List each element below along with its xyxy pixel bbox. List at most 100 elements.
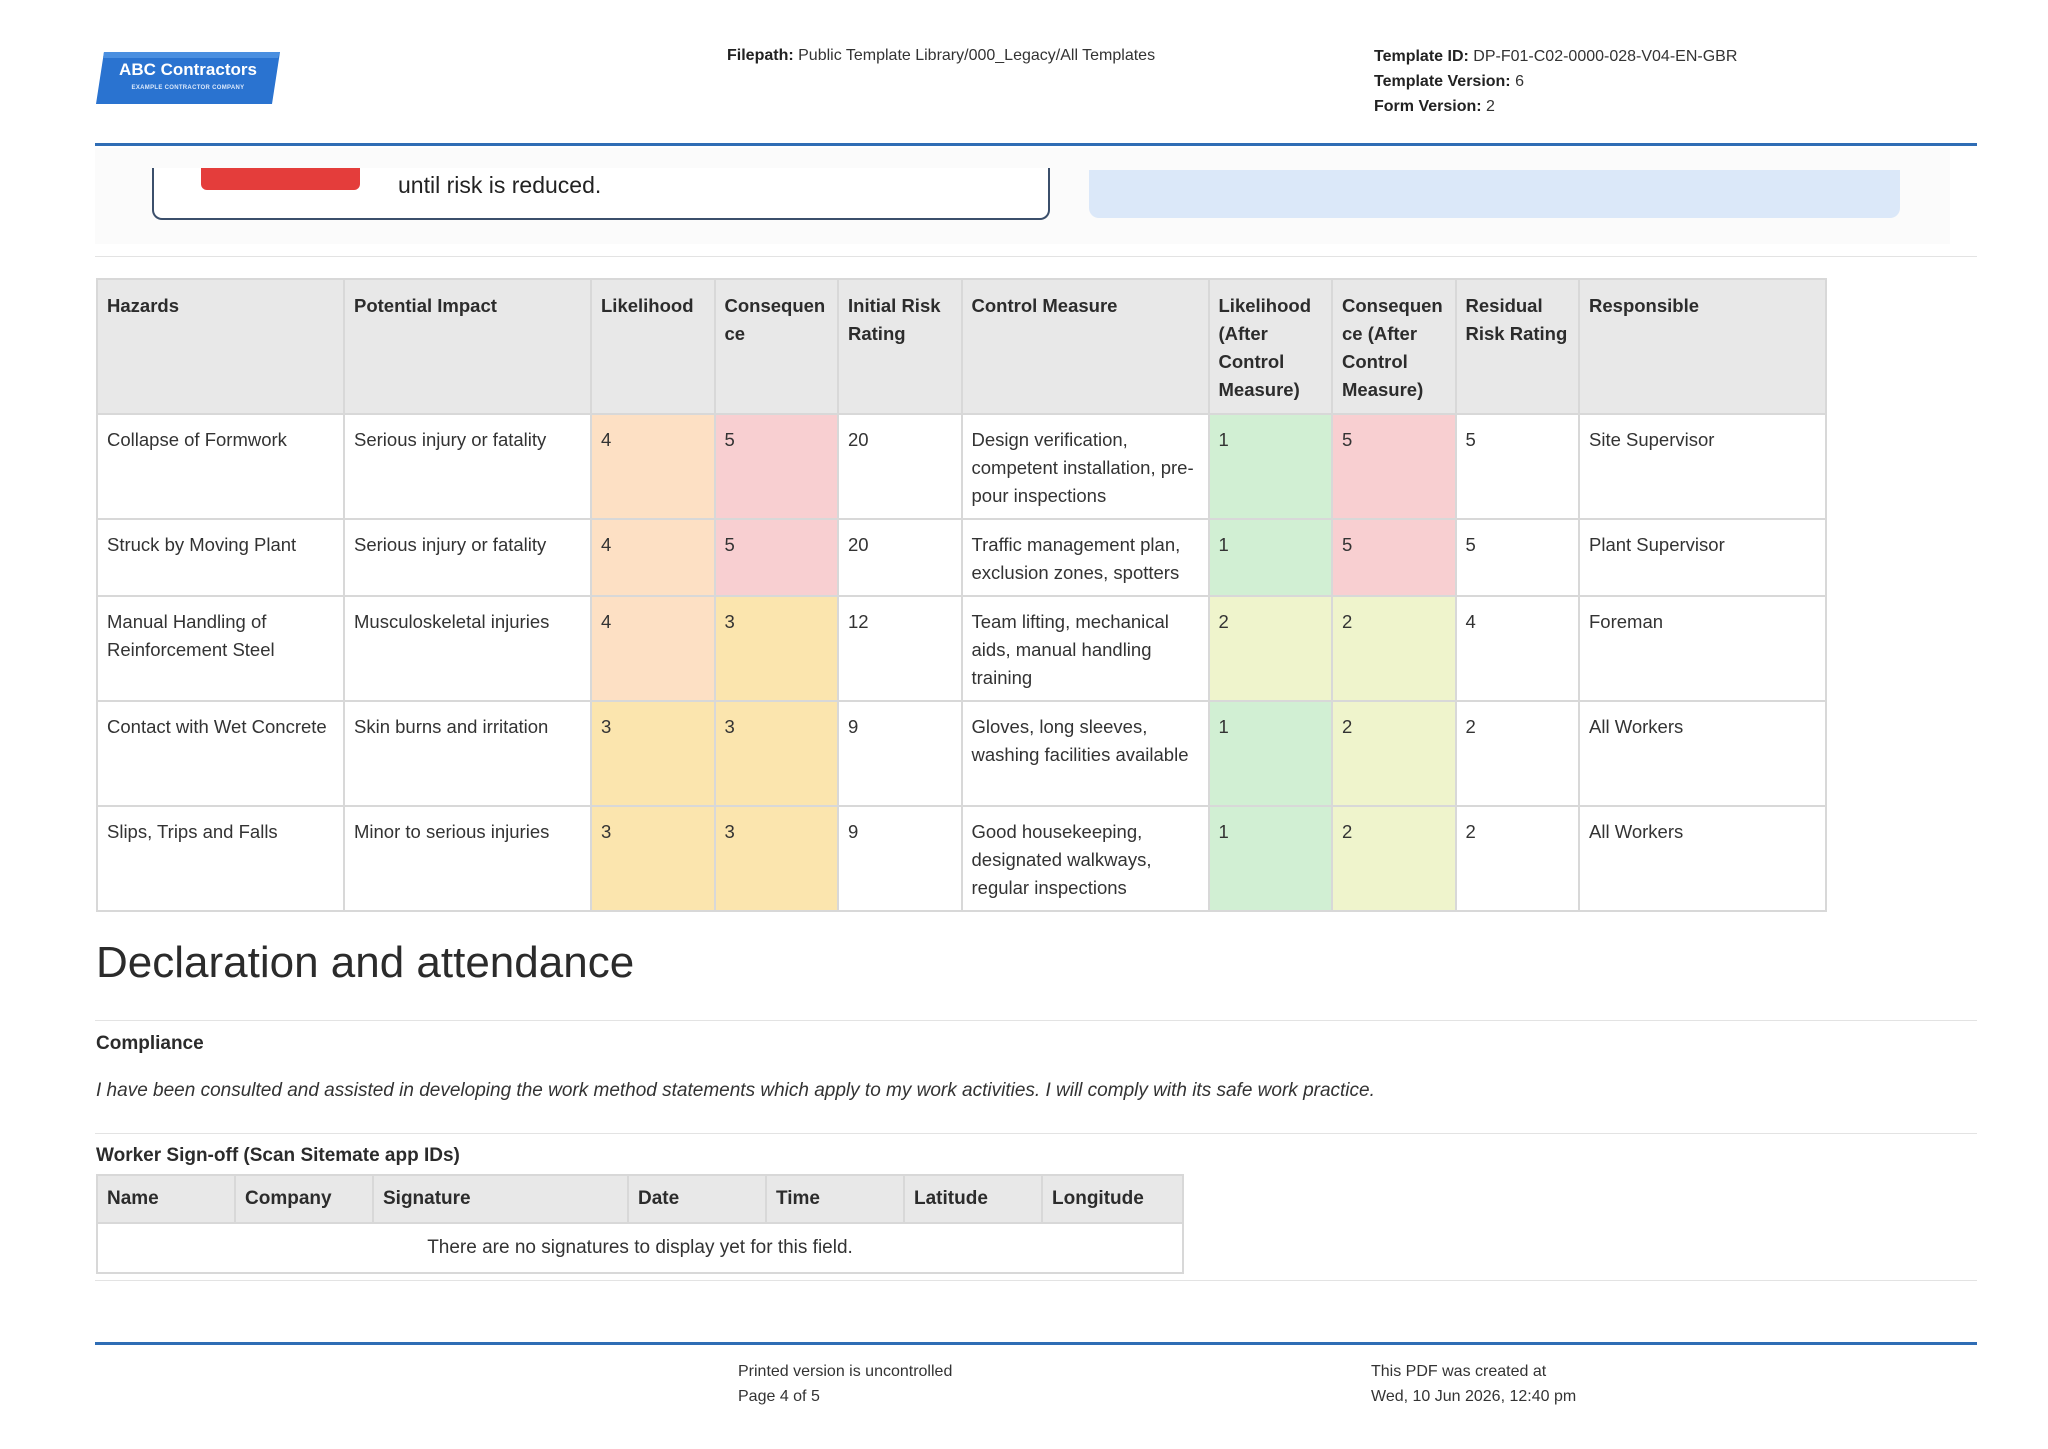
col-likelihood: Likelihood (590, 278, 716, 415)
consequence-cell: 3 (713, 700, 839, 807)
likelihood-cell: 4 (590, 413, 716, 520)
consequence-cell: 3 (713, 805, 839, 912)
impact-cell: Skin burns and irritation (343, 700, 592, 807)
template-info: Template ID: DP-F01-C02-0000-028-V04-EN-… (1374, 44, 1737, 119)
section-divider (95, 1020, 1977, 1021)
col-initial-risk-rating: Initial Risk Rating (837, 278, 963, 415)
initial-risk-cell: 9 (837, 700, 963, 807)
consequence-cell: 3 (713, 595, 839, 702)
created-label: This PDF was created at (1371, 1363, 1547, 1380)
header-line: ce (After (1342, 323, 1418, 344)
empty-row: There are no signatures to display yet f… (96, 1222, 1184, 1274)
header-line: Likelihood (1218, 295, 1312, 316)
header-divider (95, 143, 1977, 146)
section-divider (95, 256, 1977, 257)
col-responsible: Responsible (1578, 278, 1827, 415)
likelihood-cell: 4 (590, 518, 716, 597)
company-logo: ABC Contractors EXAMPLE CONTRACTOR COMPA… (96, 52, 280, 104)
impact-cell: Musculoskeletal injuries (343, 595, 592, 702)
filepath-value: Public Template Library/000_Legacy/All T… (798, 47, 1156, 64)
form-version-label: Form Version: (1374, 98, 1482, 115)
header-line: Likelihood (601, 295, 694, 316)
col-time: Time (765, 1174, 905, 1224)
header-line: Measure) (1218, 379, 1300, 400)
col-hazards: Hazards (96, 278, 345, 415)
likelihood-after-cell: 1 (1207, 413, 1333, 520)
initial-risk-cell: 9 (837, 805, 963, 912)
template-id-label: Template ID: (1374, 48, 1469, 65)
template-version: Template Version: 6 (1374, 69, 1737, 94)
residual-risk-cell: 5 (1454, 518, 1580, 597)
col-likelihood-after: Likelihood (After Control Measure) (1207, 278, 1333, 415)
filepath-label: Filepath: (727, 47, 794, 64)
header-line: Initial Risk (848, 295, 941, 316)
col-control-measure: Control Measure (960, 278, 1210, 415)
logo-tagline: EXAMPLE CONTRACTOR COMPANY (131, 85, 245, 91)
col-latitude: Latitude (903, 1174, 1043, 1224)
risk-legend-text: until risk is reduced. (398, 172, 602, 198)
col-name: Name (96, 1174, 236, 1224)
responsible-cell: Site Supervisor (1578, 413, 1827, 520)
col-residual-risk-rating: Residual Risk Rating (1454, 278, 1580, 415)
header-line: ce (724, 323, 746, 344)
high-risk-chip (201, 168, 360, 190)
initial-risk-cell: 12 (837, 595, 963, 702)
header-line: Consequen (724, 295, 826, 316)
impact-cell: Serious injury or fatality (343, 413, 592, 520)
header-line: Consequen (1342, 295, 1443, 316)
col-consequence: Consequen ce (713, 278, 839, 415)
likelihood-after-cell: 1 (1207, 805, 1333, 912)
footer-created-info: This PDF was created at Wed, 10 Jun 2026… (1371, 1359, 1576, 1409)
consequence-after-cell: 5 (1331, 518, 1457, 597)
table-row: Slips, Trips and Falls Minor to serious … (96, 805, 1827, 912)
col-date: Date (627, 1174, 767, 1224)
template-id: Template ID: DP-F01-C02-0000-028-V04-EN-… (1374, 44, 1737, 69)
consequence-after-cell: 2 (1331, 805, 1457, 912)
header-line: Control (1218, 351, 1285, 372)
template-id-value: DP-F01-C02-0000-028-V04-EN-GBR (1473, 48, 1738, 65)
responsible-cell: All Workers (1578, 805, 1827, 912)
responsible-cell: Plant Supervisor (1578, 518, 1827, 597)
likelihood-after-cell: 2 (1207, 595, 1333, 702)
col-signature: Signature (372, 1174, 629, 1224)
likelihood-cell: 3 (590, 700, 716, 807)
header-line: Risk Rating (1465, 323, 1568, 344)
control-measure-cell: Gloves, long sleeves, washing facilities… (960, 700, 1210, 807)
signoff-table-header: Name Company Signature Date Time Latitud… (96, 1174, 1184, 1224)
likelihood-after-cell: 1 (1207, 518, 1333, 597)
info-panel (1089, 170, 1900, 218)
table-row: Struck by Moving Plant Serious injury or… (96, 518, 1827, 597)
col-company: Company (234, 1174, 374, 1224)
consequence-after-cell: 5 (1331, 413, 1457, 520)
filepath: Filepath: Public Template Library/000_Le… (727, 44, 1155, 68)
impact-cell: Serious injury or fatality (343, 518, 592, 597)
header-line: Potential Impact (354, 295, 497, 316)
likelihood-cell: 3 (590, 805, 716, 912)
header-line: Hazards (107, 295, 179, 316)
section-divider (95, 1133, 1977, 1134)
impact-cell: Minor to serious injuries (343, 805, 592, 912)
empty-state-message: There are no signatures to display yet f… (96, 1222, 1184, 1274)
hazard-cell: Struck by Moving Plant (96, 518, 345, 597)
likelihood-cell: 4 (590, 595, 716, 702)
template-version-label: Template Version: (1374, 73, 1511, 90)
header-line: Measure) (1342, 379, 1424, 400)
form-version: Form Version: 2 (1374, 94, 1737, 119)
likelihood-after-cell: 1 (1207, 700, 1333, 807)
header-line: (After (1218, 323, 1268, 344)
section-divider (95, 1280, 1977, 1281)
header-line: Control (1342, 351, 1408, 372)
table-row: Contact with Wet Concrete Skin burns and… (96, 700, 1827, 807)
header-line: Residual (1465, 295, 1543, 316)
col-longitude: Longitude (1041, 1174, 1184, 1224)
initial-risk-cell: 20 (837, 413, 963, 520)
form-version-value: 2 (1486, 98, 1495, 115)
worker-signoff-table: Name Company Signature Date Time Latitud… (96, 1174, 1184, 1274)
consequence-cell: 5 (713, 518, 839, 597)
control-measure-cell: Team lifting, mechanical aids, manual ha… (960, 595, 1210, 702)
hazard-cell: Contact with Wet Concrete (96, 700, 345, 807)
created-timestamp: Wed, 10 Jun 2026, 12:40 pm (1371, 1388, 1577, 1405)
template-version-value: 6 (1515, 73, 1524, 90)
control-measure-cell: Traffic management plan, exclusion zones… (960, 518, 1210, 597)
responsible-cell: Foreman (1578, 595, 1827, 702)
